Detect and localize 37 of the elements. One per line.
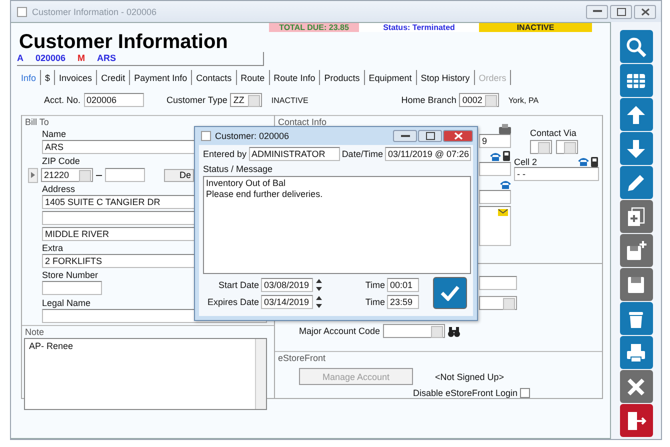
summary-text: M [78,52,86,65]
group-label: Contact Info [278,117,327,127]
field-label: Extra [42,243,64,253]
signup-status: <Not Signed Up> [435,372,504,382]
group-label: Bill To [25,117,49,127]
customer-type-status: INACTIVE [271,96,308,104]
inactive-banner: INACTIVE [479,23,592,32]
window-title: Customer Information - 020006 [32,6,157,16]
field-label: Customer Type [166,95,228,105]
group-label: Note [25,327,44,337]
dialog-title: Customer: 020006 [215,131,290,141]
group-label: eStoreFront [278,353,326,363]
field-label: Contact Via [530,128,576,138]
note-text: AP- Renee [29,341,74,351]
summary-text: 020006 [36,52,66,65]
field-label: Legal Name [42,298,91,308]
field-label: Date/Time [342,149,383,159]
page-heading: Customer Information [18,32,229,52]
field-label: ZIP Code [42,156,80,166]
checkbox-label: Disable eStoreFront Login [413,388,518,398]
field-label: Acct. No. [44,95,81,105]
field-label: Cell 2 [514,157,538,167]
field-label: Expires Date [206,296,259,306]
field-label: Home Branch [401,95,456,105]
branch-location: York, PA [508,96,539,104]
summary-text: A [17,52,24,65]
field-label: Store Number [42,270,98,280]
summary-text: ARS [97,52,116,65]
field-label: Major Account Code [299,326,380,336]
field-label: Address [42,184,76,194]
status-label: Status: Terminated [359,23,479,32]
field-label: Time [364,280,385,290]
field-label: Start Date [217,280,259,290]
field-label: Status / Message [203,164,273,174]
field-label: Time [364,296,385,306]
field-label: Name [42,129,66,139]
total-due-label: TOTAL DUE: 23.85 [269,23,359,32]
